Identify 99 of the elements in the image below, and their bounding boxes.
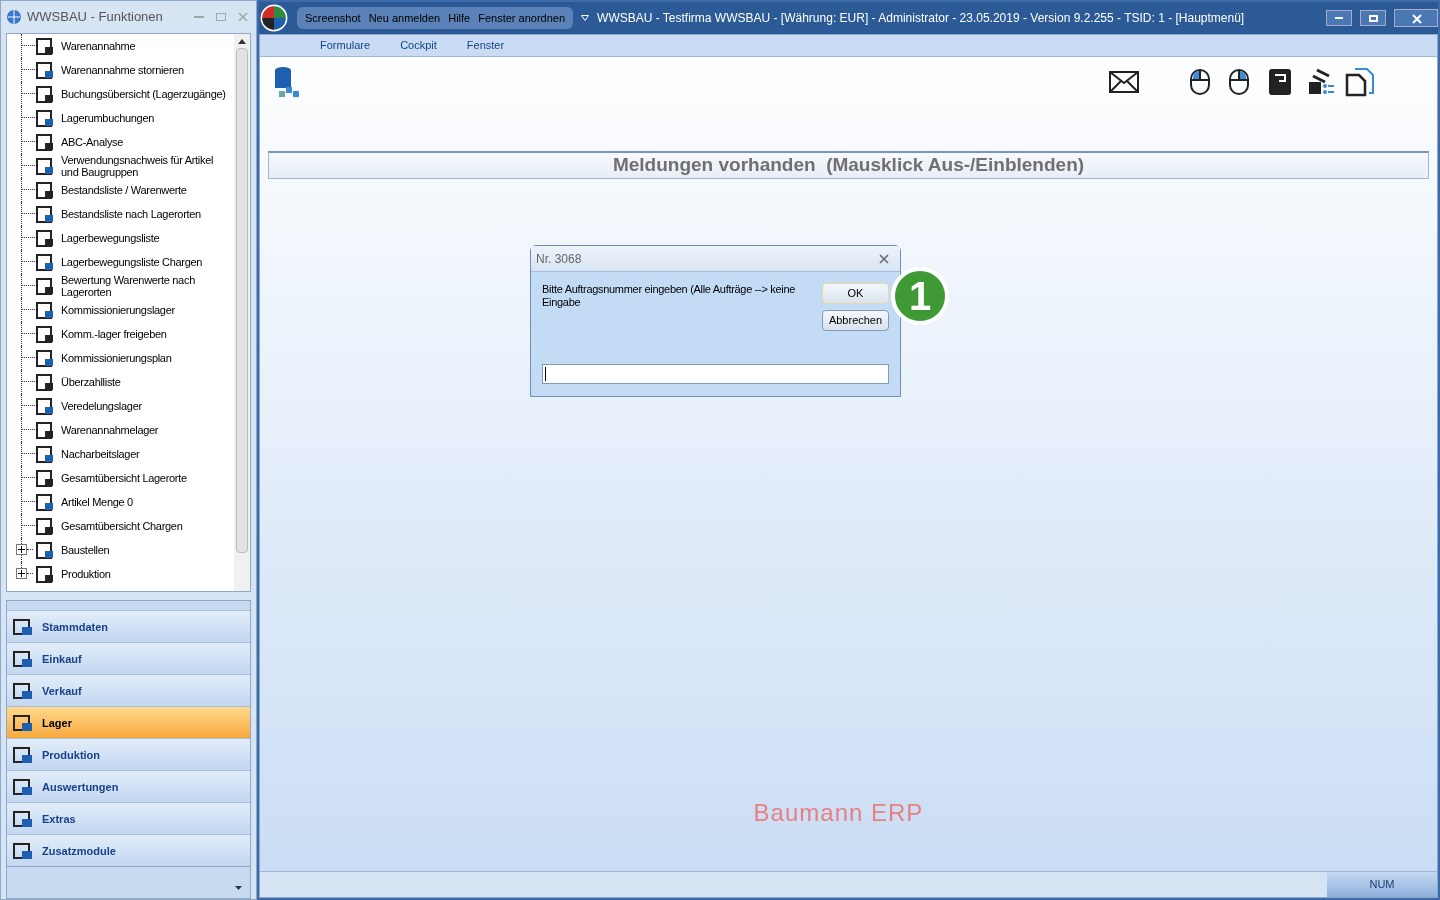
nav-tab[interactable]: Lager — [7, 706, 250, 739]
hierarchy-icon[interactable] — [1307, 68, 1335, 96]
tree-item[interactable]: Warenannahme — [61, 39, 140, 52]
box-icon — [35, 299, 55, 320]
cancel-button[interactable]: Abbrechen — [822, 310, 889, 331]
box-icon — [35, 323, 55, 344]
documents-icon[interactable] — [1345, 67, 1375, 97]
box-icon — [35, 491, 55, 512]
tree-item[interactable]: Produktion — [61, 567, 115, 580]
maximize-icon[interactable] — [1360, 10, 1386, 26]
ok-button[interactable]: OK — [822, 283, 889, 304]
dialog-message: Bitte Auftragsnummer eingeben (Alle Aufträge --> keine Eingabe — [542, 283, 797, 310]
box-icon — [35, 275, 55, 296]
tree-item[interactable]: Bestandsliste / Warenwerte — [61, 183, 191, 196]
caret-icon[interactable] — [235, 886, 242, 890]
box-icon — [12, 744, 34, 765]
box-icon — [35, 155, 55, 176]
box-icon — [35, 35, 55, 56]
tree-item[interactable]: Lagerumbuchungen — [61, 111, 159, 124]
box-icon — [35, 467, 55, 488]
nav-tab[interactable]: Produktion — [7, 738, 250, 771]
tree-item[interactable]: Lagerbewegungsliste — [61, 231, 164, 244]
tree-item[interactable]: Gesamtübersicht Lagerorte — [61, 471, 191, 484]
close-icon[interactable] — [879, 253, 889, 264]
tree-item[interactable]: Verwendungsnachweis für Artikel und Baugruppen — [61, 153, 234, 178]
menu-item[interactable]: Fenster — [466, 37, 505, 54]
dropdown-icon[interactable] — [581, 15, 590, 21]
keypad-icon[interactable] — [1267, 68, 1293, 96]
box-icon — [35, 371, 55, 392]
quick-menu-item[interactable]: Screenshot — [305, 9, 361, 27]
quick-menu-item[interactable]: Hilfe — [448, 9, 471, 27]
step-marker: 1 — [891, 267, 949, 325]
tree-item[interactable]: Warenannahme stornieren — [61, 63, 188, 76]
globe-icon — [5, 7, 23, 26]
tree-item[interactable]: Buchungsübersicht (Lagerzugänge) — [61, 87, 230, 100]
mouse-icon[interactable] — [1189, 68, 1211, 96]
minimize-icon[interactable] — [1326, 10, 1352, 26]
box-icon — [35, 563, 55, 584]
box-icon — [35, 539, 55, 560]
window-title: WWSBAU - Funktionen — [27, 8, 164, 27]
tree-item[interactable]: Bewertung Warenwerte nach Lagerorten — [61, 273, 234, 298]
box-icon — [35, 203, 55, 224]
nav-tab[interactable]: Zusatzmodule — [7, 834, 250, 867]
menu-item[interactable]: Formulare — [320, 37, 371, 54]
scroll-up-icon[interactable] — [238, 37, 246, 44]
box-icon — [35, 515, 55, 536]
database-icon[interactable] — [272, 65, 302, 99]
box-icon — [35, 443, 55, 464]
tree-item[interactable]: Veredelungslager — [61, 399, 146, 412]
box-icon — [12, 616, 34, 637]
brand-text: Baumann ERP — [753, 798, 924, 828]
box-icon — [35, 347, 55, 368]
box-icon — [35, 395, 55, 416]
status-indicator: NUM — [1369, 877, 1395, 893]
tree-item[interactable]: Bestandsliste nach Lagerorten — [61, 207, 205, 220]
box-icon — [35, 227, 55, 248]
tree-item[interactable]: Überzahlliste — [61, 375, 125, 388]
mouse-icon[interactable] — [1228, 68, 1250, 96]
nav-tab[interactable]: Auswertungen — [7, 770, 250, 803]
expand-toggle[interactable] — [16, 544, 27, 556]
box-icon — [12, 840, 34, 861]
window-title: WWSBAU - Testfirma WWSBAU - [Währung: EUR] - Administrator - 23.05.2019 - Version 9.2.255 - TSID: 1 - [Hauptmenü] — [597, 10, 1245, 27]
box-icon — [12, 712, 34, 733]
nav-tab[interactable]: Verkauf — [7, 674, 250, 707]
box-icon — [12, 776, 34, 797]
box-icon — [35, 179, 55, 200]
box-icon — [35, 107, 55, 128]
tree-item[interactable]: Kommissionierungsplan — [61, 351, 176, 364]
tree-item[interactable]: Nacharbeitslager — [61, 447, 144, 460]
scrollbar[interactable] — [234, 33, 250, 592]
tree-item[interactable]: Kommissionierungslager — [61, 303, 179, 316]
box-icon — [35, 131, 55, 152]
dialog-title: Nr. 3068 — [536, 250, 583, 268]
messages-bar[interactable]: Meldungen vorhanden (Mausklick Aus-/Einblenden) — [268, 151, 1429, 179]
menu-item[interactable]: Cockpit — [400, 37, 437, 54]
expand-toggle[interactable] — [16, 568, 27, 580]
quick-menu-item[interactable]: Neu anmelden — [368, 9, 441, 27]
box-icon — [35, 83, 55, 104]
order-number-field[interactable] — [542, 364, 889, 384]
box-icon — [12, 680, 34, 701]
box-icon — [35, 59, 55, 80]
nav-tab[interactable]: Extras — [7, 802, 250, 835]
tree-item[interactable]: Lagerbewegungsliste Chargen — [61, 255, 207, 268]
close-icon[interactable] — [1394, 9, 1438, 27]
tree-item[interactable]: Gesamtübersicht Chargen — [61, 519, 187, 532]
box-icon — [12, 808, 34, 829]
nav-tab[interactable]: Stammdaten — [7, 610, 250, 643]
tree-item[interactable]: ABC-Analyse — [61, 135, 128, 148]
mail-icon[interactable] — [1109, 71, 1139, 93]
box-icon — [12, 648, 34, 669]
tree-item[interactable]: Artikel Menge 0 — [61, 495, 137, 508]
tree-item[interactable]: Komm.-lager freigeben — [61, 327, 171, 340]
tree-item[interactable]: Warenannahmelager — [61, 423, 163, 436]
quick-menu-item[interactable]: Fenster anordnen — [478, 9, 566, 27]
tree-item[interactable]: Baustellen — [61, 543, 114, 556]
nav-tab[interactable]: Einkauf — [7, 642, 250, 675]
box-icon — [35, 419, 55, 440]
box-icon — [35, 251, 55, 272]
app-logo-icon[interactable] — [259, 3, 289, 33]
